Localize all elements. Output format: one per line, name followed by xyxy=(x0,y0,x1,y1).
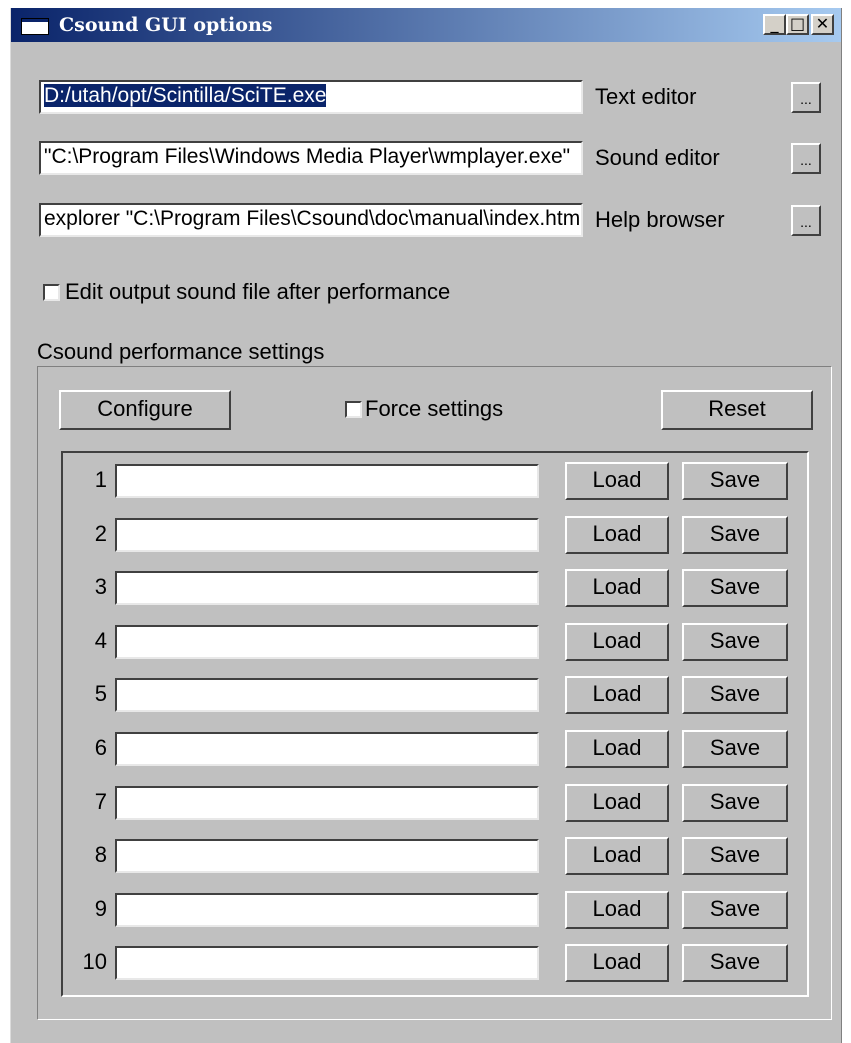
slot-input[interactable] xyxy=(115,518,539,552)
load-button[interactable]: Load xyxy=(565,676,669,714)
slot-number: 7 xyxy=(94,789,107,814)
slot-input[interactable] xyxy=(115,839,539,873)
settings-slot-row: 2 Load Save xyxy=(65,516,805,554)
title-bar[interactable]: Csound GUI options _ □ ✕ xyxy=(11,8,841,42)
force-settings-label: Force settings xyxy=(365,396,504,421)
load-button[interactable]: Load xyxy=(565,837,669,875)
save-button[interactable]: Save xyxy=(682,837,788,875)
load-button[interactable]: Load xyxy=(565,516,669,554)
configure-button[interactable]: Configure xyxy=(59,390,231,430)
settings-slot-row: 8 Load Save xyxy=(65,837,805,875)
load-button[interactable]: Load xyxy=(565,623,669,661)
sound-editor-field[interactable]: "C:\Program Files\Windows Media Player\w… xyxy=(39,141,583,175)
help-browser-browse-button[interactable]: ... xyxy=(791,205,821,236)
settings-slot-row: 6 Load Save xyxy=(65,730,805,768)
settings-slot-row: 3 Load Save xyxy=(65,569,805,607)
text-editor-label: Text editor xyxy=(595,84,697,109)
sound-editor-value: "C:\Program Files\Windows Media Player\w… xyxy=(44,145,571,168)
window-title: Csound GUI options xyxy=(59,14,273,36)
load-button[interactable]: Load xyxy=(565,944,669,982)
save-button[interactable]: Save xyxy=(682,462,788,500)
save-button[interactable]: Save xyxy=(682,784,788,822)
settings-slot-row: 5 Load Save xyxy=(65,676,805,714)
save-button[interactable]: Save xyxy=(682,516,788,554)
slot-number: 1 xyxy=(94,467,107,492)
slot-number: 5 xyxy=(94,681,107,706)
sound-editor-label: Sound editor xyxy=(595,145,720,170)
save-button[interactable]: Save xyxy=(682,569,788,607)
save-button[interactable]: Save xyxy=(682,676,788,714)
reset-button[interactable]: Reset xyxy=(661,390,813,430)
text-editor-value: D:/utah/opt/Scintilla/SciTE.exe xyxy=(44,84,327,107)
load-button[interactable]: Load xyxy=(565,462,669,500)
help-browser-field[interactable]: explorer "C:\Program Files\Csound\doc\ma… xyxy=(39,203,583,237)
text-editor-browse-button[interactable]: ... xyxy=(791,82,821,113)
load-button[interactable]: Load xyxy=(565,891,669,929)
sound-editor-browse-button[interactable]: ... xyxy=(791,143,821,174)
slot-input[interactable] xyxy=(115,786,539,820)
save-button[interactable]: Save xyxy=(682,623,788,661)
slot-number: 8 xyxy=(94,842,107,867)
save-button[interactable]: Save xyxy=(682,730,788,768)
edit-output-checkbox[interactable] xyxy=(43,284,60,301)
slot-number: 9 xyxy=(94,896,107,921)
help-browser-label: Help browser xyxy=(595,207,725,232)
text-editor-field[interactable]: D:/utah/opt/Scintilla/SciTE.exe xyxy=(39,80,583,114)
performance-group-label: Csound performance settings xyxy=(37,339,325,364)
edit-output-label: Edit output sound file after performance xyxy=(65,279,451,304)
settings-slot-row: 10 Load Save xyxy=(65,944,805,982)
slot-input[interactable] xyxy=(115,893,539,927)
options-window: Csound GUI options _ □ ✕ D:/utah/opt/Sci… xyxy=(10,8,842,1043)
slot-input[interactable] xyxy=(115,625,539,659)
slot-input[interactable] xyxy=(115,678,539,712)
save-button[interactable]: Save xyxy=(682,944,788,982)
slot-input[interactable] xyxy=(115,571,539,605)
help-browser-value: explorer "C:\Program Files\Csound\doc\ma… xyxy=(44,207,583,230)
slot-number: 10 xyxy=(82,949,107,974)
slot-input[interactable] xyxy=(115,732,539,766)
slot-number: 3 xyxy=(94,574,107,599)
settings-slot-row: 1 Load Save xyxy=(65,462,805,500)
slot-number: 2 xyxy=(94,521,107,546)
settings-slot-row: 4 Load Save xyxy=(65,623,805,661)
force-settings-checkbox[interactable] xyxy=(345,401,362,418)
slot-input[interactable] xyxy=(115,464,539,498)
settings-slot-row: 7 Load Save xyxy=(65,784,805,822)
slot-number: 6 xyxy=(94,735,107,760)
load-button[interactable]: Load xyxy=(565,569,669,607)
settings-slot-row: 9 Load Save xyxy=(65,891,805,929)
window-icon xyxy=(21,18,49,35)
save-button[interactable]: Save xyxy=(682,891,788,929)
slot-number: 4 xyxy=(94,628,107,653)
slot-input[interactable] xyxy=(115,946,539,980)
minimize-button[interactable]: _ xyxy=(763,14,786,35)
close-button[interactable]: ✕ xyxy=(811,14,834,35)
load-button[interactable]: Load xyxy=(565,784,669,822)
load-button[interactable]: Load xyxy=(565,730,669,768)
maximize-button[interactable]: □ xyxy=(786,14,809,35)
